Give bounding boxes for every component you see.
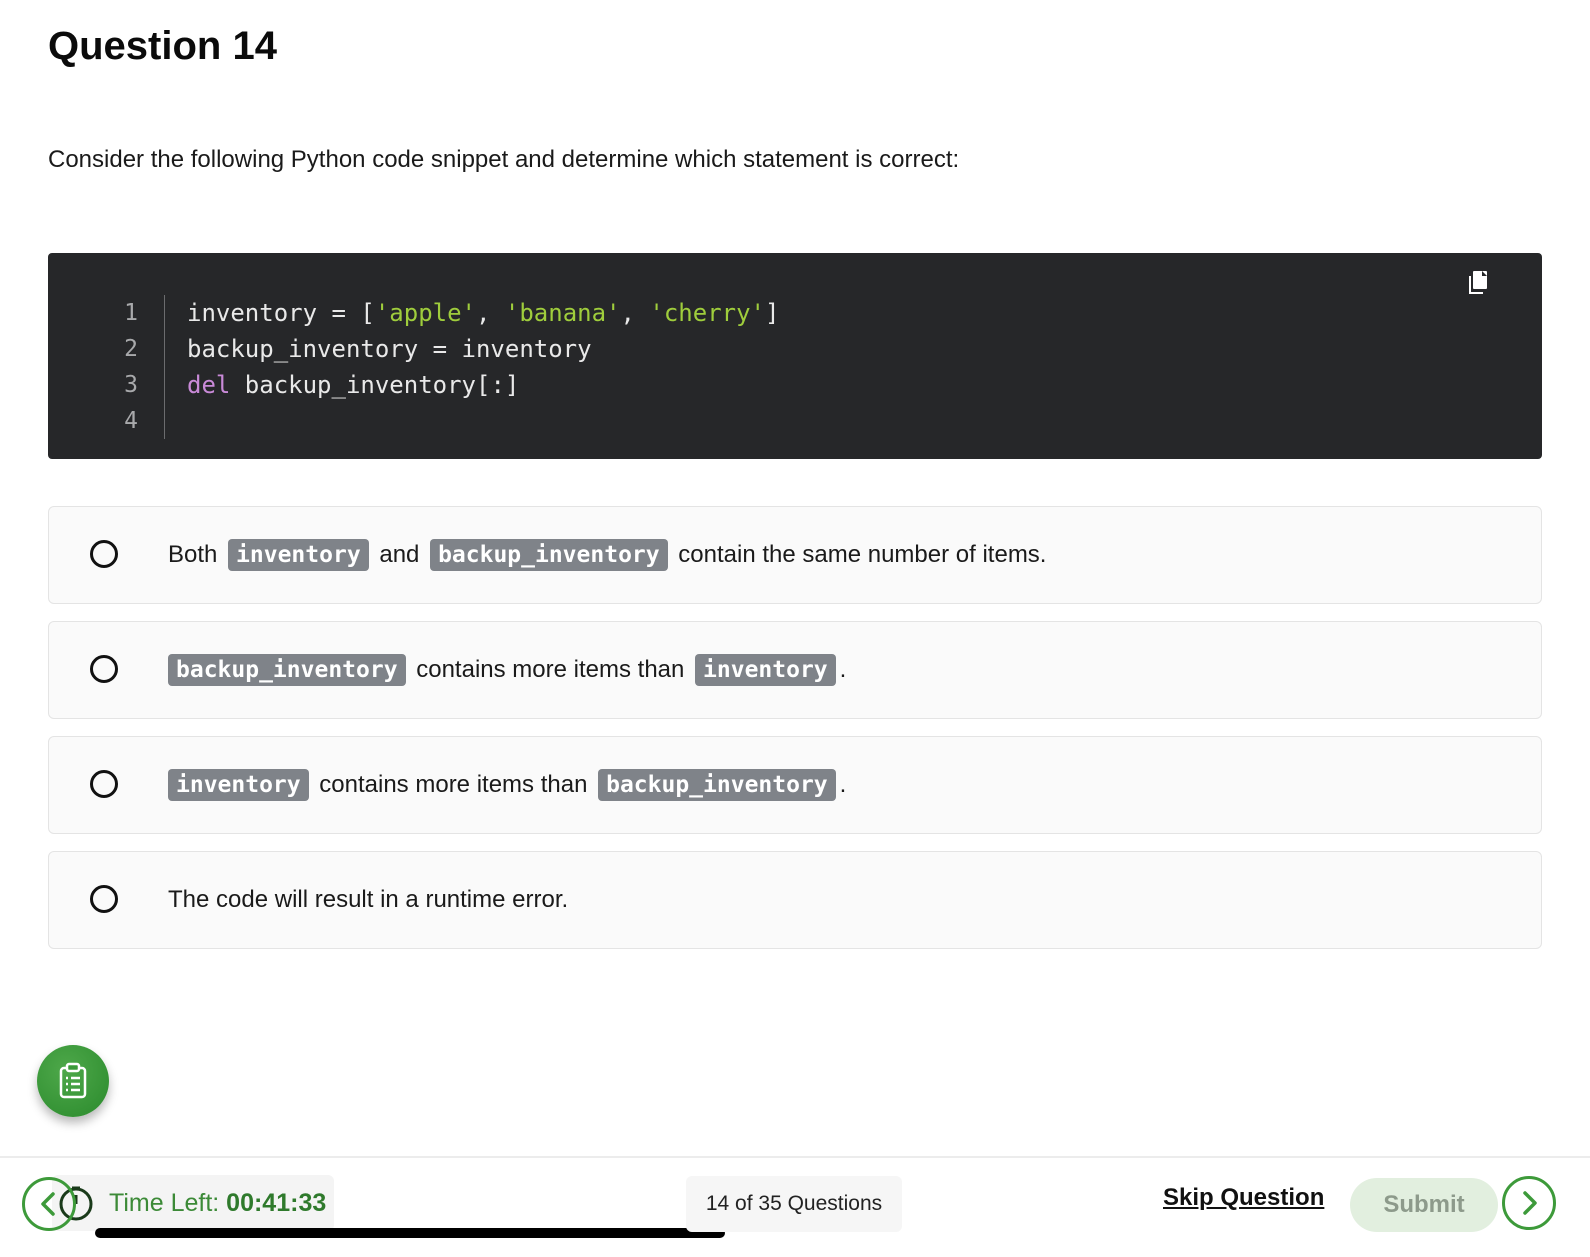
- answer-option-text: Both inventory and backup_inventory cont…: [168, 507, 1046, 603]
- next-button[interactable]: [1502, 1176, 1556, 1230]
- option-text-fragment: .: [839, 771, 847, 798]
- code-keyword: del: [187, 371, 231, 399]
- progress-bar: [95, 1228, 725, 1238]
- question-counter: 14 of 35 Questions: [686, 1176, 902, 1232]
- notes-button[interactable]: [37, 1045, 109, 1117]
- question-title: Question 14: [48, 24, 277, 68]
- answer-option[interactable]: Both inventory and backup_inventory cont…: [48, 506, 1542, 604]
- timer: Time Left: 00:41:33: [52, 1175, 334, 1231]
- line-number: 4: [124, 408, 138, 434]
- footer-bar: Time Left: 00:41:33 14 of 35 Questions S…: [0, 1156, 1590, 1257]
- option-text-fragment: Both: [168, 541, 225, 568]
- option-text-fragment: contains more items than: [312, 771, 595, 798]
- inline-code: backup_inventory: [598, 769, 836, 801]
- chevron-right-icon: [1523, 1191, 1537, 1215]
- code-text: ,: [476, 299, 505, 327]
- option-text-fragment: contain the same number of items.: [671, 541, 1047, 568]
- clipboard-icon: [59, 1062, 87, 1099]
- line-number: 2: [124, 336, 138, 362]
- inline-code: inventory: [168, 769, 309, 801]
- radio-button[interactable]: [90, 770, 118, 798]
- skip-question-link[interactable]: Skip Question: [1163, 1184, 1324, 1212]
- inline-code: backup_inventory: [168, 654, 406, 686]
- time-left: Time Left: 00:41:33: [109, 1189, 327, 1217]
- code-line: del backup_inventory[:]: [187, 367, 779, 403]
- answer-option-text: The code will result in a runtime error.: [168, 852, 568, 948]
- answer-option[interactable]: backup_inventory contains more items tha…: [48, 621, 1542, 719]
- line-number-gutter: 1 2 3 4: [48, 295, 165, 439]
- code-text: backup_inventory[:]: [230, 371, 520, 399]
- chevron-left-icon: [41, 1192, 55, 1216]
- line-number: 3: [124, 372, 138, 398]
- code-text: ,: [620, 299, 650, 327]
- code-text: inventory = [: [187, 299, 375, 327]
- radio-button[interactable]: [90, 540, 118, 568]
- answer-option-text: backup_inventory contains more items tha…: [168, 622, 846, 718]
- option-text-fragment: The code will result in a runtime error.: [168, 886, 569, 913]
- code-text: ]: [765, 299, 780, 327]
- copy-icon[interactable]: [1462, 267, 1494, 299]
- question-prompt: Consider the following Python code snipp…: [48, 146, 960, 173]
- option-text-fragment: .: [839, 656, 847, 683]
- code-line: backup_inventory = inventory: [187, 331, 779, 367]
- inline-code: backup_inventory: [430, 539, 668, 571]
- code-line: inventory = ['apple', 'banana', 'cherry'…: [187, 295, 779, 331]
- answer-option[interactable]: inventory contains more items than backu…: [48, 736, 1542, 834]
- code-block: 1 2 3 4 inventory = ['apple', 'banana', 'ch…: [48, 253, 1542, 459]
- radio-button[interactable]: [90, 655, 118, 683]
- code-string: 'cherry': [649, 299, 765, 327]
- option-text-fragment: contains more items than: [409, 656, 692, 683]
- answer-option[interactable]: The code will result in a runtime error.: [48, 851, 1542, 949]
- inline-code: inventory: [228, 539, 369, 571]
- code-text: backup_inventory = inventory: [187, 335, 592, 363]
- inline-code: inventory: [695, 654, 836, 686]
- option-text-fragment: and: [372, 541, 427, 568]
- radio-button[interactable]: [90, 885, 118, 913]
- code-lines: inventory = ['apple', 'banana', 'cherry'…: [187, 295, 779, 439]
- code-string: 'banana': [504, 299, 621, 327]
- submit-button[interactable]: Submit: [1350, 1178, 1498, 1232]
- line-number: 1: [124, 300, 138, 326]
- answer-option-text: inventory contains more items than backu…: [168, 737, 846, 833]
- previous-button[interactable]: [22, 1177, 76, 1231]
- code-string: 'apple': [374, 299, 476, 327]
